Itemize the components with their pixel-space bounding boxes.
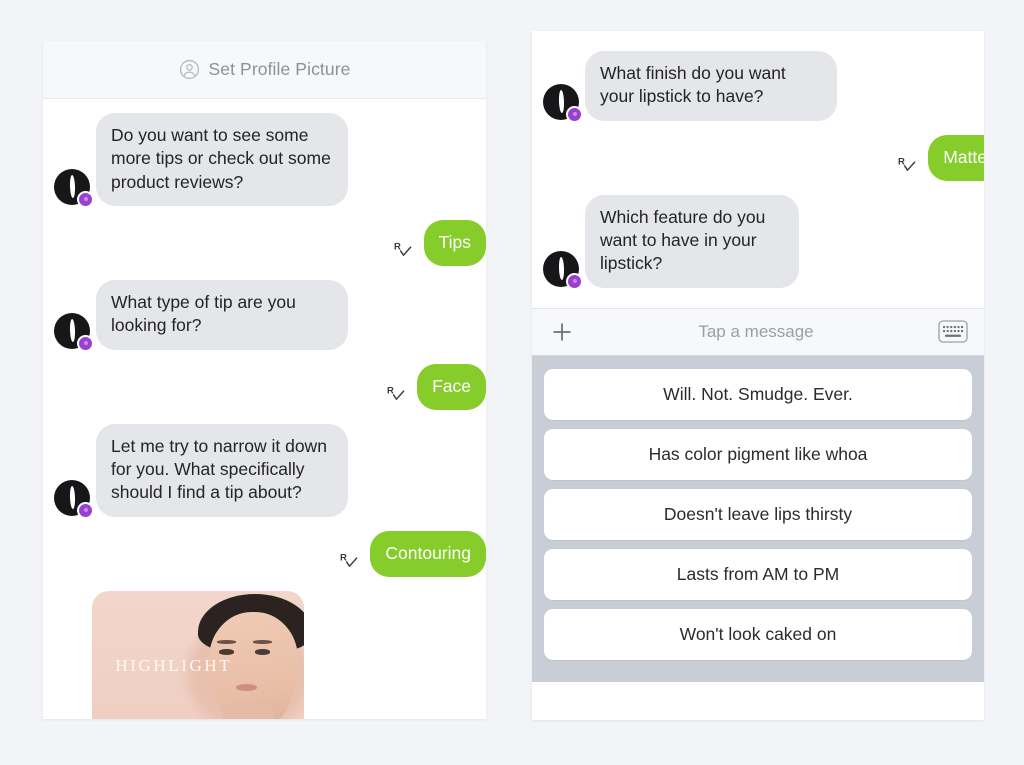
message-row: R Face — [43, 363, 486, 411]
right-conversation: What finish do you want your lipstick to… — [532, 31, 984, 308]
chat-header: Set Profile Picture — [43, 41, 486, 99]
message-text: What finish do you want your lipstick to… — [600, 63, 786, 107]
message-row: Do you want to see some more tips or che… — [43, 113, 486, 206]
message-row: R Matte — [532, 134, 984, 181]
quick-reply-button[interactable]: Lasts from AM to PM — [544, 548, 972, 600]
portrait-neck — [223, 704, 275, 719]
bot-message-bubble: Let me try to narrow it down for you. Wh… — [91, 423, 348, 517]
portrait-brow-left — [217, 640, 237, 644]
message-row: What finish do you want your lipstick to… — [532, 51, 984, 121]
plus-icon[interactable] — [550, 320, 574, 344]
message-row: R Tips — [43, 219, 486, 267]
quick-reply-button[interactable]: Has color pigment like whoa — [544, 428, 972, 480]
portrait-lips — [236, 683, 258, 691]
quick-reply-button[interactable]: Won't look caked on — [544, 608, 972, 660]
quick-reply-button[interactable]: Doesn't leave lips thirsty — [544, 488, 972, 540]
message-row: Let me try to narrow it down for you. Wh… — [43, 423, 486, 517]
set-profile-picture-label[interactable]: Set Profile Picture — [209, 59, 351, 80]
right-chat-panel: What finish do you want your lipstick to… — [532, 31, 984, 720]
message-text: What type of tip are you looking for? — [111, 292, 296, 336]
read-receipt-icon: R — [394, 242, 411, 256]
message-row: Which feature do you want to have in you… — [532, 194, 984, 288]
bot-avatar — [54, 479, 92, 517]
quick-reply-label: Will. Not. Smudge. Ever. — [663, 383, 853, 404]
message-text: Tips — [438, 231, 471, 252]
card-caption: HIGHLIGHT — [115, 655, 233, 675]
message-text: Let me try to narrow it down for you. Wh… — [111, 435, 327, 503]
message-text: Contouring — [385, 542, 471, 563]
quick-reply-button[interactable]: Will. Not. Smudge. Ever. — [544, 368, 972, 420]
quick-reply-label: Won't look caked on — [679, 623, 837, 644]
portrait-eye-right — [255, 649, 271, 655]
bot-avatar — [54, 312, 92, 350]
user-message-bubble: Matte — [928, 134, 984, 181]
bot-avatar — [54, 168, 92, 206]
message-text: Do you want to see some more tips or che… — [111, 125, 331, 192]
bot-message-bubble: Which feature do you want to have in you… — [580, 194, 799, 288]
left-conversation: Do you want to see some more tips or che… — [43, 99, 486, 719]
message-composer: Tap a message — [532, 307, 984, 356]
user-message-bubble: Tips — [423, 219, 486, 267]
attachment-image-card[interactable]: HIGHLIGHT — [92, 590, 304, 719]
keyboard-icon[interactable] — [938, 320, 968, 343]
read-receipt-icon: R — [898, 156, 916, 171]
user-message-bubble: Contouring — [370, 530, 486, 578]
user-message-bubble: Face — [417, 363, 486, 411]
bot-avatar — [543, 250, 581, 288]
message-text: Which feature do you want to have in you… — [600, 206, 766, 274]
quick-reply-tray: Will. Not. Smudge. Ever. Has color pigme… — [532, 355, 984, 682]
quick-reply-label: Lasts from AM to PM — [676, 563, 840, 584]
bot-message-bubble: What type of tip are you looking for? — [91, 280, 348, 350]
bot-avatar — [543, 83, 581, 121]
message-input[interactable]: Tap a message — [574, 322, 938, 342]
quick-reply-label: Doesn't leave lips thirsty — [663, 503, 853, 524]
left-chat-panel: Set Profile Picture Do you want to see s… — [43, 41, 486, 719]
read-receipt-icon: R — [340, 552, 358, 567]
read-receipt-icon: R — [387, 385, 405, 400]
message-row: R Contouring — [43, 530, 486, 578]
bot-message-bubble: What finish do you want your lipstick to… — [580, 51, 837, 121]
portrait-brow-right — [253, 640, 273, 644]
portrait-eye-left — [219, 649, 235, 655]
profile-circle-icon — [179, 59, 199, 80]
message-text: Face — [432, 375, 471, 396]
bot-message-bubble: Do you want to see some more tips or che… — [91, 113, 348, 206]
message-text: Matte — [943, 146, 984, 167]
quick-reply-label: Has color pigment like whoa — [648, 443, 868, 464]
message-row: What type of tip are you looking for? — [43, 280, 486, 350]
